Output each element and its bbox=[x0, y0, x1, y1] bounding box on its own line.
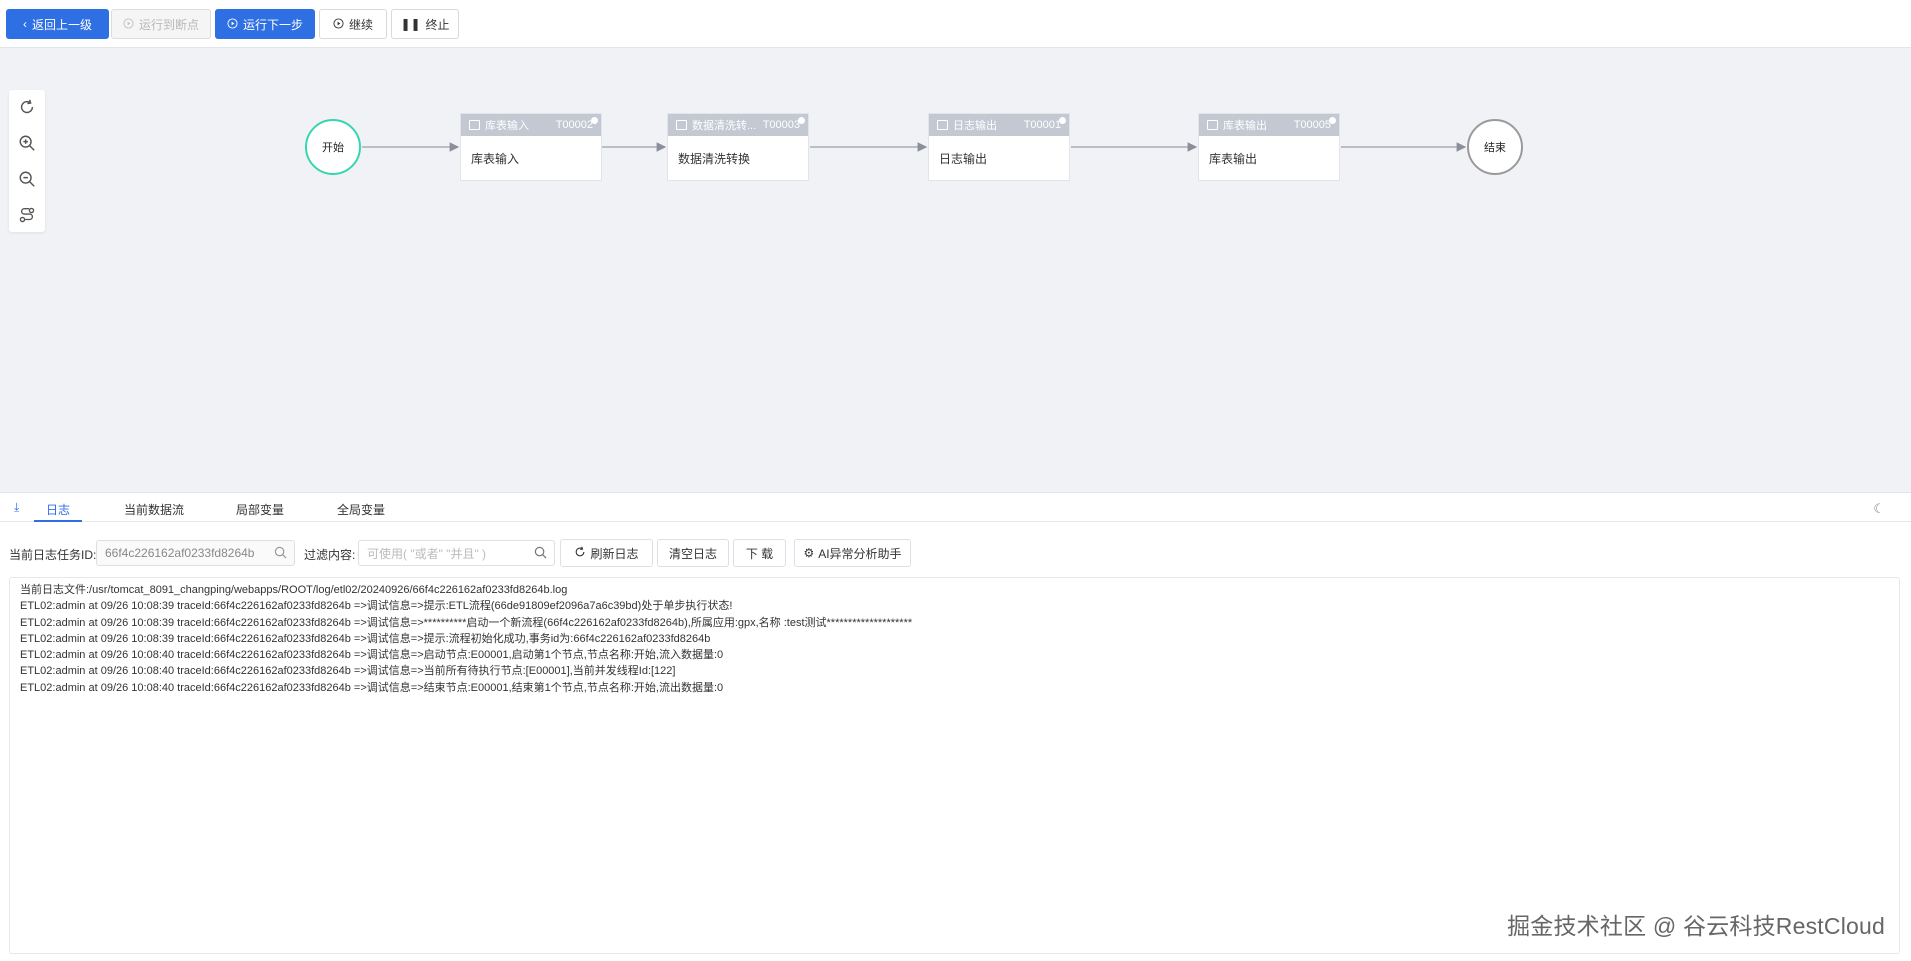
data-clean-icon bbox=[676, 120, 687, 130]
collapse-icon[interactable]: ⤓ bbox=[14, 500, 19, 515]
filter-content-input[interactable]: 可使用( "或者" "并且" ) bbox=[358, 540, 555, 566]
clear-log-label: 清空日志 bbox=[668, 546, 717, 561]
ai-analysis-button[interactable]: ⚙ AI异常分析助手 bbox=[794, 539, 911, 567]
task-node-table-input[interactable]: 库表输入 T00002 库表输入 bbox=[460, 113, 602, 181]
log-filter-bar: 当前日志任务ID: 66f4c226162af0233fd8264b 过滤内容:… bbox=[0, 538, 1911, 568]
tab-log[interactable]: 日志 bbox=[46, 501, 70, 518]
log-line: ETL02:admin at 09/26 10:08:39 traceId:66… bbox=[20, 632, 711, 645]
status-dot bbox=[1329, 117, 1336, 124]
watermark: 掘金技术社区 @ 谷云科技RestCloud bbox=[1507, 913, 1885, 939]
task-node-title: 数据清洗转... bbox=[692, 120, 757, 132]
status-dot bbox=[798, 117, 805, 124]
play-circle-icon bbox=[227, 17, 238, 31]
refresh-log-label: 刷新日志 bbox=[590, 546, 639, 561]
task-node-header: 库表输入 T00002 bbox=[461, 114, 601, 136]
panel-tabs: ⤓ 日志 当前数据流 局部变量 全局变量 ☾ bbox=[0, 493, 1911, 522]
end-node[interactable]: 结束 bbox=[1467, 119, 1523, 175]
log-output[interactable]: 当前日志文件:/usr/tomcat_8091_changping/webapp… bbox=[9, 577, 1900, 954]
search-icon[interactable] bbox=[274, 546, 287, 562]
chevron-left-icon: ‹ bbox=[22, 17, 27, 31]
run-next-step-button[interactable]: 运行下一步 bbox=[215, 9, 315, 39]
task-node-id: T00003 bbox=[762, 119, 800, 131]
task-id-value: 66f4c226162af0233fd8264b bbox=[105, 546, 255, 560]
task-node-title: 库表输出 bbox=[1223, 120, 1267, 132]
task-node-id: T00002 bbox=[555, 119, 593, 131]
back-button-label: 返回上一级 bbox=[31, 17, 92, 32]
table-input-icon bbox=[469, 120, 480, 130]
log-line: ETL02:admin at 09/26 10:08:40 traceId:66… bbox=[20, 681, 724, 694]
toolbar: ‹ 返回上一级 运行到断点 运行下一步 继续 ❚❚ 终止 bbox=[0, 0, 1911, 48]
start-node[interactable]: 开始 bbox=[305, 119, 361, 175]
task-node-log-output[interactable]: 日志输出 T00001 日志输出 bbox=[928, 113, 1070, 181]
task-node-header: 库表输出 T00005 bbox=[1199, 114, 1339, 136]
clear-log-button[interactable]: 清空日志 bbox=[657, 539, 729, 567]
task-node-body: 数据清洗转换 bbox=[678, 152, 751, 166]
log-line: ETL02:admin at 09/26 10:08:40 traceId:66… bbox=[20, 649, 724, 662]
task-id-input[interactable]: 66f4c226162af0233fd8264b bbox=[96, 540, 295, 566]
active-tab-indicator bbox=[34, 520, 82, 522]
tab-local-variables[interactable]: 局部变量 bbox=[236, 501, 284, 518]
task-node-header: 数据清洗转... T00003 bbox=[668, 114, 808, 136]
start-node-label: 开始 bbox=[322, 142, 344, 154]
task-node-title: 库表输入 bbox=[485, 120, 529, 132]
play-circle-icon bbox=[333, 17, 344, 31]
ai-analysis-label: AI异常分析助手 bbox=[818, 546, 902, 561]
status-dot bbox=[1059, 117, 1066, 124]
task-node-table-output[interactable]: 库表输出 T00005 库表输出 bbox=[1198, 113, 1340, 181]
log-line: ETL02:admin at 09/26 10:08:39 traceId:66… bbox=[20, 600, 733, 613]
status-dot bbox=[591, 117, 598, 124]
ai-settings-icon: ⚙ bbox=[803, 546, 815, 560]
log-line: 当前日志文件:/usr/tomcat_8091_changping/webapp… bbox=[20, 584, 568, 596]
tab-current-dataflow[interactable]: 当前数据流 bbox=[124, 501, 184, 518]
log-output-icon bbox=[937, 120, 948, 130]
download-label: 下 载 bbox=[745, 546, 774, 561]
log-line: ETL02:admin at 09/26 10:08:40 traceId:66… bbox=[20, 665, 676, 678]
run-to-breakpoint-label: 运行到断点 bbox=[138, 17, 199, 32]
play-circle-icon bbox=[123, 17, 134, 31]
refresh-log-button[interactable]: 刷新日志 bbox=[560, 539, 653, 567]
run-next-step-label: 运行下一步 bbox=[242, 17, 303, 32]
search-icon[interactable] bbox=[534, 546, 547, 562]
log-panel: ⤓ 日志 当前数据流 局部变量 全局变量 ☾ 当前日志任务ID: 66f4c22… bbox=[0, 492, 1911, 961]
task-node-id: T00005 bbox=[1293, 119, 1331, 131]
log-line: ETL02:admin at 09/26 10:08:39 traceId:66… bbox=[20, 616, 913, 629]
back-button[interactable]: ‹ 返回上一级 bbox=[6, 9, 109, 39]
refresh-icon bbox=[574, 546, 586, 561]
filter-content-placeholder: 可使用( "或者" "并且" ) bbox=[367, 546, 487, 561]
pause-icon: ❚❚ bbox=[400, 17, 421, 31]
task-node-header: 日志输出 T00001 bbox=[929, 114, 1069, 136]
end-node-label: 结束 bbox=[1484, 142, 1506, 154]
run-to-breakpoint-button[interactable]: 运行到断点 bbox=[111, 9, 211, 39]
moon-icon[interactable]: ☾ bbox=[1873, 501, 1885, 517]
continue-button[interactable]: 继续 bbox=[319, 9, 387, 39]
task-node-body: 库表输入 bbox=[471, 152, 520, 166]
task-node-body: 库表输出 bbox=[1209, 152, 1258, 166]
task-node-body: 日志输出 bbox=[939, 152, 988, 166]
continue-button-label: 继续 bbox=[348, 17, 373, 32]
filter-content-label: 过滤内容: bbox=[304, 548, 356, 562]
tab-global-variables[interactable]: 全局变量 bbox=[337, 501, 385, 518]
task-node-title: 日志输出 bbox=[953, 120, 997, 132]
flow-canvas[interactable]: 开始 库表输入 T00002 库表输入 数据清洗转... T00003 数据清洗… bbox=[0, 48, 1911, 492]
stop-button[interactable]: ❚❚ 终止 bbox=[391, 9, 459, 39]
task-node-id: T00001 bbox=[1023, 119, 1061, 131]
task-node-data-cleaning[interactable]: 数据清洗转... T00003 数据清洗转换 bbox=[667, 113, 809, 181]
download-button[interactable]: 下 载 bbox=[733, 539, 786, 567]
stop-button-label: 终止 bbox=[425, 17, 450, 32]
task-id-label: 当前日志任务ID: bbox=[9, 548, 97, 562]
table-output-icon bbox=[1207, 120, 1218, 130]
